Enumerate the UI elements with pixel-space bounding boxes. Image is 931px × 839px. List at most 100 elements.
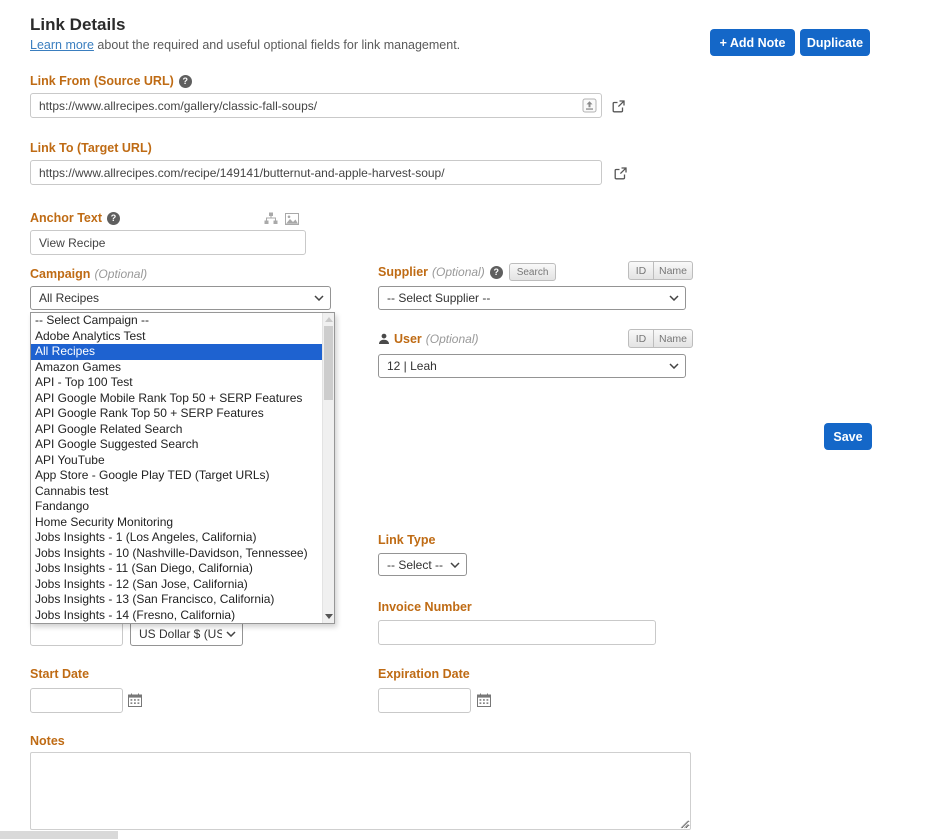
- invoice-number-label-row: Invoice Number: [378, 600, 472, 614]
- save-button[interactable]: Save: [824, 423, 872, 450]
- supplier-label-row: Supplier (Optional) ? Search: [378, 263, 556, 281]
- start-date-label-row: Start Date: [30, 667, 89, 681]
- campaign-dropdown-list: -- Select Campaign --Adobe Analytics Tes…: [31, 313, 322, 623]
- campaign-dropdown: -- Select Campaign --Adobe Analytics Tes…: [30, 312, 335, 624]
- notes-label-row: Notes: [30, 734, 65, 748]
- campaign-option[interactable]: API Google Rank Top 50 + SERP Features: [31, 406, 322, 422]
- campaign-option[interactable]: -- Select Campaign --: [31, 313, 322, 329]
- campaign-option[interactable]: All Recipes: [31, 344, 322, 360]
- campaign-option[interactable]: Cannabis test: [31, 484, 322, 500]
- campaign-option[interactable]: Adobe Analytics Test: [31, 329, 322, 345]
- expiration-date-input[interactable]: [378, 688, 471, 713]
- user-select[interactable]: 12 | Leah: [378, 354, 686, 378]
- start-date-field: [30, 688, 123, 713]
- scrollbar-thumb[interactable]: [324, 326, 333, 400]
- add-note-button[interactable]: + Add Note: [710, 29, 795, 56]
- link-details-page: Link Details Learn more about the requir…: [0, 0, 931, 839]
- campaign-option[interactable]: API - Top 100 Test: [31, 375, 322, 391]
- link-to-label-row: Link To (Target URL): [30, 141, 152, 155]
- link-type-label: Link Type: [378, 533, 435, 547]
- supplier-id-button[interactable]: ID: [628, 261, 654, 280]
- calendar-icon[interactable]: [128, 693, 142, 707]
- link-from-input[interactable]: [30, 93, 602, 118]
- invoice-number-label: Invoice Number: [378, 600, 472, 614]
- campaign-option[interactable]: Jobs Insights - 14 (Fresno, California): [31, 608, 322, 624]
- price-input[interactable]: [30, 621, 123, 646]
- supplier-search-button[interactable]: Search: [509, 263, 557, 281]
- campaign-option[interactable]: Jobs Insights - 12 (San Jose, California…: [31, 577, 322, 593]
- campaign-option[interactable]: Fandango: [31, 499, 322, 515]
- supplier-label: Supplier: [378, 265, 428, 279]
- anchor-text-label: Anchor Text: [30, 211, 102, 225]
- anchor-text-label-row: Anchor Text ?: [30, 211, 120, 225]
- link-to-field: [30, 160, 602, 185]
- notes-textarea[interactable]: [30, 752, 691, 830]
- campaign-option[interactable]: API Google Suggested Search: [31, 437, 322, 453]
- campaign-option[interactable]: Jobs Insights - 11 (San Diego, Californi…: [31, 561, 322, 577]
- chevron-down-icon: [226, 631, 236, 637]
- user-icon: [378, 333, 390, 345]
- chevron-down-icon: [669, 363, 679, 369]
- chevron-down-icon: [669, 295, 679, 301]
- campaign-option[interactable]: API Google Mobile Rank Top 50 + SERP Fea…: [31, 391, 322, 407]
- campaign-option[interactable]: Jobs Insights - 1 (Los Angeles, Californ…: [31, 530, 322, 546]
- user-label: User: [394, 332, 422, 346]
- campaign-select[interactable]: All Recipes: [30, 286, 331, 310]
- campaign-option[interactable]: App Store - Google Play TED (Target URLs…: [31, 468, 322, 484]
- duplicate-button[interactable]: Duplicate: [800, 29, 870, 56]
- anchor-text-input[interactable]: [30, 230, 306, 255]
- campaign-optional: (Optional): [94, 267, 147, 281]
- page-edge-strip: [0, 831, 118, 839]
- link-from-label-row: Link From (Source URL) ?: [30, 74, 192, 88]
- campaign-option[interactable]: Home Security Monitoring: [31, 515, 322, 531]
- user-label-row: User (Optional): [378, 332, 478, 346]
- expiration-date-field: [378, 688, 471, 713]
- resize-handle-icon[interactable]: [680, 820, 689, 829]
- sitemap-icon[interactable]: [264, 212, 278, 225]
- link-type-label-row: Link Type: [378, 533, 435, 547]
- invoice-number-field: [378, 620, 656, 645]
- learn-more-link[interactable]: Learn more: [30, 38, 94, 52]
- campaign-option[interactable]: Jobs Insights - 10 (Nashville-Davidson, …: [31, 546, 322, 562]
- notes-label: Notes: [30, 734, 65, 748]
- help-icon[interactable]: ?: [490, 266, 503, 279]
- anchor-text-field: [30, 230, 306, 255]
- campaign-option[interactable]: Jobs Insights - 13 (San Francisco, Calif…: [31, 592, 322, 608]
- campaign-label-row: Campaign (Optional): [30, 267, 147, 281]
- user-select-value: 12 | Leah: [387, 359, 437, 373]
- scroll-up-arrow-icon[interactable]: [325, 317, 333, 322]
- link-from-label: Link From (Source URL): [30, 74, 174, 88]
- help-icon[interactable]: ?: [107, 212, 120, 225]
- currency-select-value: US Dollar $ (US: [139, 627, 222, 641]
- arrow-box-icon[interactable]: [582, 98, 597, 113]
- link-to-input[interactable]: [30, 160, 602, 185]
- start-date-label: Start Date: [30, 667, 89, 681]
- supplier-select[interactable]: -- Select Supplier --: [378, 286, 686, 310]
- image-icon[interactable]: [285, 213, 299, 225]
- supplier-optional: (Optional): [432, 265, 485, 279]
- help-icon[interactable]: ?: [179, 75, 192, 88]
- currency-select[interactable]: US Dollar $ (US: [130, 621, 243, 646]
- supplier-name-button[interactable]: Name: [653, 261, 693, 280]
- campaign-label: Campaign: [30, 267, 90, 281]
- invoice-number-input[interactable]: [378, 620, 656, 645]
- expiration-date-label-row: Expiration Date: [378, 667, 470, 681]
- campaign-option[interactable]: API YouTube: [31, 453, 322, 469]
- intro-text: Learn more about the required and useful…: [30, 38, 650, 52]
- user-id-button[interactable]: ID: [628, 329, 654, 348]
- user-name-button[interactable]: Name: [653, 329, 693, 348]
- expiration-date-label: Expiration Date: [378, 667, 470, 681]
- link-type-select[interactable]: -- Select --: [378, 553, 467, 576]
- campaign-option[interactable]: Amazon Games: [31, 360, 322, 376]
- scroll-down-arrow-icon[interactable]: [325, 614, 333, 619]
- chevron-down-icon: [450, 562, 460, 568]
- intro-rest: about the required and useful optional f…: [94, 38, 460, 52]
- scrollbar[interactable]: [322, 313, 334, 623]
- external-link-icon[interactable]: [614, 167, 627, 180]
- link-to-label: Link To (Target URL): [30, 141, 152, 155]
- start-date-input[interactable]: [30, 688, 123, 713]
- campaign-option[interactable]: API Google Related Search: [31, 422, 322, 438]
- calendar-icon[interactable]: [477, 693, 491, 707]
- chevron-down-icon: [314, 295, 324, 301]
- external-link-icon[interactable]: [612, 100, 625, 113]
